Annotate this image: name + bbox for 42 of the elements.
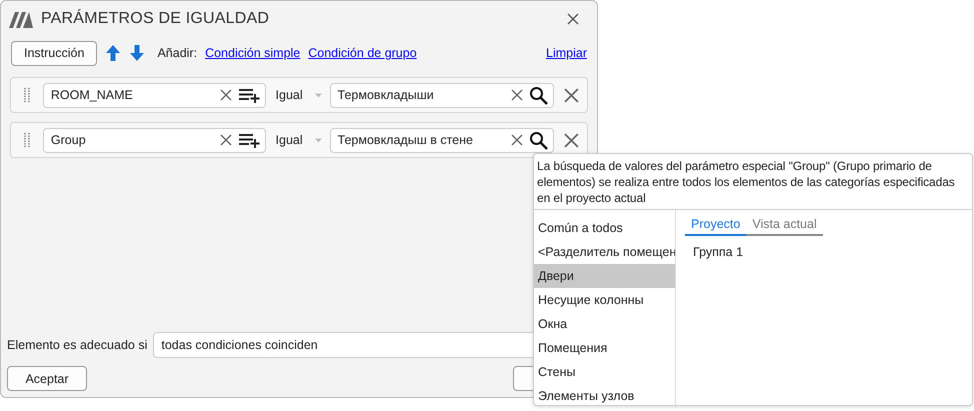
operator-dropdown[interactable]: Igual <box>276 133 322 147</box>
description-text: La búsqueda de valores del parámetro especial "Group" (Grupo primario de elementos) se realiza entre todos los elementos de las categorías especificadas en el proyecto actual <box>534 154 972 210</box>
list-add-icon[interactable] <box>238 87 260 103</box>
search-icon[interactable] <box>529 86 548 104</box>
category-item[interactable]: Элементы узлов <box>534 384 675 408</box>
parameter-field[interactable]: ROOM_NAME <box>42 82 266 108</box>
value-item[interactable]: Группа 1 <box>685 236 964 259</box>
add-condition-link[interactable]: Condición de grupo <box>308 46 417 60</box>
close-icon[interactable] <box>567 13 579 25</box>
value-field[interactable]: Термовкладыши <box>330 82 554 108</box>
clear-icon[interactable] <box>511 134 524 146</box>
add-label: Añadir: <box>157 46 198 60</box>
category-item[interactable]: Común a todos <box>534 216 675 240</box>
drag-handle-icon[interactable] <box>23 87 31 103</box>
operator-dropdown[interactable]: Igual <box>276 88 322 102</box>
remove-icon[interactable] <box>564 132 579 148</box>
category-item[interactable]: Несущие колонны <box>534 288 675 312</box>
arrow-up-icon[interactable] <box>105 44 122 62</box>
instruction-button[interactable]: Instrucción <box>11 40 98 66</box>
accept-button[interactable]: Aceptar <box>7 366 87 391</box>
caret-icon <box>314 92 322 98</box>
list-add-icon[interactable] <box>238 132 260 148</box>
clear-link[interactable]: Limpiar <box>546 46 587 60</box>
clear-icon[interactable] <box>220 89 232 101</box>
match-label: Elemento es adecuado si <box>7 338 148 352</box>
tab[interactable]: Vista actual <box>746 215 823 236</box>
drag-handle-icon[interactable] <box>23 132 31 148</box>
clear-icon[interactable] <box>220 134 232 146</box>
category-item[interactable]: Двери <box>534 264 675 288</box>
remove-icon[interactable] <box>564 88 579 102</box>
category-item[interactable]: Стены <box>534 360 675 384</box>
logo-icon <box>9 10 33 28</box>
value-field[interactable]: Термовкладыш в стене <box>330 128 554 152</box>
tab[interactable]: Proyecto <box>685 215 746 236</box>
search-icon[interactable] <box>529 130 548 150</box>
window-title: PARÁMETROS DE IGUALDAD <box>41 10 270 28</box>
caret-icon <box>314 138 322 142</box>
clear-icon[interactable] <box>511 89 524 101</box>
category-item[interactable]: <Разделитель помещен <box>534 240 675 264</box>
add-condition-link[interactable]: Condición simple <box>205 46 300 60</box>
parameter-field[interactable]: Group <box>42 128 266 152</box>
arrow-down-icon[interactable] <box>129 44 146 62</box>
